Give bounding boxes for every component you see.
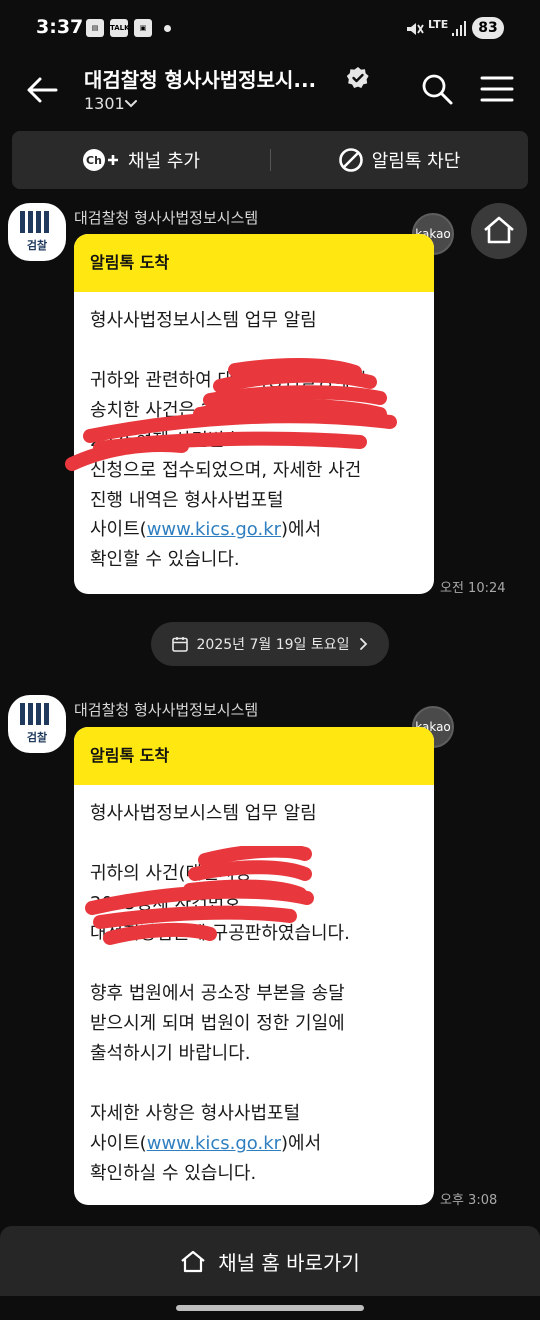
message-paragraph: 사이트(www.kics.go.kr)에서 확인할 수 있습니다. <box>90 515 321 575</box>
talk-icon: TALK <box>110 19 130 37</box>
notification-message: 알림톡 도착 형사사법정보시스템 업무 알림 귀하의 사건(대전지방 2025형… <box>74 727 434 1205</box>
message-text: )에서 <box>281 1133 322 1154</box>
message-line: 송치한 사건은 2025년 대전지검 <box>90 400 336 421</box>
message-body: 형사사법정보시스템 업무 알림 귀하의 사건(대전지방 2025형제 사건번호 … <box>74 785 434 1205</box>
message-time: 오전 10:24 <box>440 581 506 596</box>
message-line: 확인할 수 있습니다. <box>90 549 240 570</box>
message-paragraph: 자세한 사항은 형사사법포털 사이트(www.kics.go.kr)에서 확인하… <box>90 1099 418 1189</box>
status-time: 3:37 <box>36 16 84 38</box>
message-line: 신청으로 접수되었으며, 자세한 사건 <box>90 460 362 481</box>
message-paragraph: 귀하와 관련하여 대전지방검찰청에서 송치한 사건은 2025년 대전지검 20… <box>90 366 418 516</box>
message-line: 2025형제 사건번호 <box>90 430 241 451</box>
chevron-down-icon[interactable] <box>124 98 138 110</box>
message-line: 2025형제 사건번호 <box>90 893 241 914</box>
back-icon[interactable] <box>22 70 62 110</box>
message-paragraph: 형사사법정보시스템 업무 알림 <box>90 306 418 336</box>
signal-icon <box>452 21 466 36</box>
member-count[interactable]: 1301 <box>84 94 125 113</box>
mute-icon <box>407 23 424 35</box>
message-paragraph: 귀하의 사건(대전지방 2025형제 사건번호 대전지방법원에 구공판하였습니다… <box>90 859 418 949</box>
message-line: 형사사법정보시스템 업무 알림 <box>90 803 317 824</box>
channel-add-icon: Ch <box>83 149 119 171</box>
add-channel-button[interactable]: Ch 채널 추가 <box>12 131 270 189</box>
chat-title[interactable]: 대검찰청 형사사법정보시... <box>84 64 316 93</box>
message-line: 사이트(www.kics.go.kr)에서 <box>90 1129 418 1159</box>
home-icon[interactable] <box>471 203 527 259</box>
network-type: LTE <box>428 18 449 31</box>
kics-link[interactable]: www.kics.go.kr <box>147 1133 281 1154</box>
calendar-icon <box>171 637 188 652</box>
message-line: 귀하의 사건(대전지방 <box>90 863 252 884</box>
message-line: 출석하시기 바랍니다. <box>90 1043 251 1064</box>
message-line: 대전지방법원에 구공판하였습니다. <box>90 923 350 944</box>
avatar-text: 검찰 <box>27 238 47 252</box>
contact-icon: ▣ <box>134 19 152 37</box>
message-header: 알림톡 도착 <box>74 234 434 292</box>
message-line: 형사사법정보시스템 업무 알림 <box>90 310 317 331</box>
kics-link[interactable]: www.kics.go.kr <box>147 519 281 540</box>
battery-indicator: 83 <box>472 17 504 39</box>
message-line: 사이트(www.kics.go.kr)에서 <box>90 515 321 545</box>
message-paragraph: 향후 법원에서 공소장 부본을 송달 받으시게 되며 법원이 정한 기일에 출석… <box>90 979 418 1069</box>
gesture-nav-bar[interactable] <box>176 1305 364 1311</box>
channel-home-button[interactable]: 채널 홈 바로가기 <box>0 1226 540 1296</box>
message-text: 사이트( <box>90 1133 147 1154</box>
block-notification-label: 알림톡 차단 <box>371 151 461 172</box>
message-text: 사이트( <box>90 519 147 540</box>
add-channel-label: 채널 추가 <box>128 151 200 172</box>
message-header: 알림톡 도착 <box>74 727 434 785</box>
prosecution-logo-icon: 검찰 <box>20 211 49 252</box>
menu-icon[interactable] <box>480 74 514 104</box>
chat-header: 대검찰청 형사사법정보시... 1301 <box>0 58 540 128</box>
sender-name: 대검찰청 형사사법정보시스템 <box>74 701 259 719</box>
avatar-text: 검찰 <box>27 730 47 744</box>
svg-text:Ch: Ch <box>86 154 102 167</box>
channel-action-bar: Ch 채널 추가 알림톡 차단 <box>12 131 528 189</box>
message-line: 확인하실 수 있습니다. <box>90 1163 257 1184</box>
message-body: 형사사법정보시스템 업무 알림 귀하와 관련하여 대전지방검찰청에서 송치한 사… <box>74 292 434 532</box>
channel-home-label: 채널 홈 바로가기 <box>218 1250 360 1275</box>
message-line: 받으시게 되며 법원이 정한 기일에 <box>90 1013 345 1034</box>
message-time: 오후 3:08 <box>440 1193 498 1208</box>
message-paragraph: 형사사법정보시스템 업무 알림 <box>90 799 418 829</box>
date-divider-button[interactable]: 2025년 7월 19일 토요일 <box>151 622 389 666</box>
sender-name: 대검찰청 형사사법정보시스템 <box>74 209 259 227</box>
channel-avatar[interactable]: 검찰 <box>8 203 66 261</box>
channel-avatar[interactable]: 검찰 <box>8 695 66 753</box>
prosecution-logo-icon: 검찰 <box>20 703 49 744</box>
chevron-right-icon <box>360 638 368 650</box>
date-label: 2025년 7월 19일 토요일 <box>196 637 350 653</box>
home-icon <box>181 1250 205 1273</box>
verified-badge-icon <box>346 67 369 88</box>
block-icon <box>338 148 363 172</box>
block-notification-button[interactable]: 알림톡 차단 <box>270 131 528 189</box>
status-bar: 3:37 ▤ TALK ▣ LTE 83 <box>0 0 540 58</box>
message-line: 진행 내역은 형사사법포털 <box>90 490 284 511</box>
message-line: 자세한 사항은 형사사법포털 <box>90 1103 301 1124</box>
flipboard-icon: ▤ <box>86 19 104 37</box>
search-icon[interactable] <box>420 72 454 106</box>
message-line: 귀하와 관련하여 대전지방검찰청에서 <box>90 370 367 391</box>
notification-dot-icon <box>164 25 171 32</box>
message-text: )에서 <box>281 519 322 540</box>
message-line: 향후 법원에서 공소장 부본을 송달 <box>90 983 345 1004</box>
